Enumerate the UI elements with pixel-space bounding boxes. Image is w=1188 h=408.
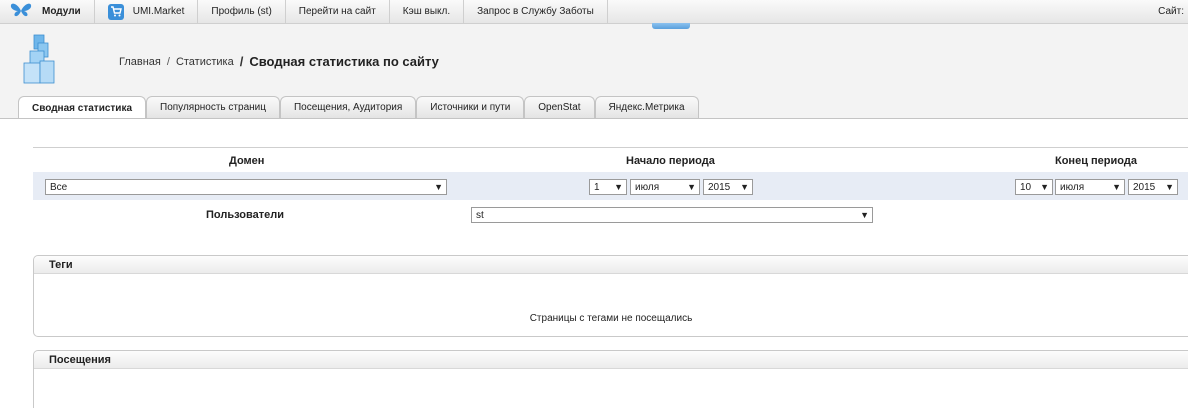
period-start-header: Начало периода <box>626 155 715 167</box>
dropdown-arrow-icon: ▼ <box>434 182 443 192</box>
tab-bar: Сводная статистика Популярность страниц … <box>18 96 699 119</box>
tags-empty-message: Страницы с тегами не посещались <box>529 313 693 324</box>
panel-toggle-handle[interactable] <box>652 23 690 29</box>
site-label: Сайт: <box>1158 6 1184 17</box>
profile-link[interactable]: Профиль (st) <box>198 0 286 23</box>
tags-panel: Теги Страницы с тегами не посещались <box>33 255 1188 337</box>
end-year-value: 2015 <box>1133 181 1156 193</box>
users-label: Пользователи <box>206 209 285 221</box>
dropdown-arrow-icon: ▼ <box>687 182 696 192</box>
start-year-value: 2015 <box>708 181 731 193</box>
domain-select[interactable]: Все ▼ <box>45 179 447 195</box>
users-select[interactable]: st ▼ <box>471 207 873 223</box>
period-end-header: Конец периода <box>1055 155 1137 167</box>
support-request-link[interactable]: Запрос в Службу Заботы <box>464 0 608 23</box>
tab-yandex-metrika[interactable]: Яндекс.Метрика <box>594 96 699 118</box>
dropdown-arrow-icon: ▼ <box>860 210 869 220</box>
start-year-select[interactable]: 2015 ▼ <box>703 179 753 195</box>
goto-site-link[interactable]: Перейти на сайт <box>286 0 390 23</box>
profile-label: Профиль (st) <box>211 6 272 17</box>
divider <box>33 147 1188 148</box>
end-month-value: июля <box>1060 181 1085 193</box>
top-toolbar: Модули UMI.Market Профиль (st) Перейти н… <box>0 0 1188 24</box>
domain-select-value: Все <box>50 181 68 193</box>
end-year-select[interactable]: 2015 ▼ <box>1128 179 1178 195</box>
domain-header: Домен <box>229 155 265 167</box>
cart-icon <box>107 3 124 20</box>
goto-site-label: Перейти на сайт <box>298 6 376 17</box>
tab-page-popularity[interactable]: Популярность страниц <box>146 96 280 118</box>
umi-market-link[interactable]: UMI.Market <box>95 0 199 23</box>
breadcrumb: Главная / Статистика / Сводная статистик… <box>119 54 439 69</box>
breadcrumb-separator: / <box>239 54 244 69</box>
butterfly-icon <box>10 2 32 21</box>
tab-sources-paths[interactable]: Источники и пути <box>416 96 525 118</box>
end-day-select[interactable]: 10 ▼ <box>1015 179 1053 195</box>
dropdown-arrow-icon: ▼ <box>740 182 749 192</box>
umi-market-label: UMI.Market <box>132 6 185 17</box>
tab-content: Домен Начало периода Конец периода Все ▼… <box>0 118 1188 408</box>
start-month-select[interactable]: июля ▼ <box>630 179 700 195</box>
breadcrumb-home[interactable]: Главная <box>119 56 161 68</box>
dropdown-arrow-icon: ▼ <box>1165 182 1174 192</box>
breadcrumb-separator: / <box>166 55 170 68</box>
visits-panel: Посещения <box>33 350 1188 408</box>
users-select-value: st <box>476 209 484 221</box>
start-day-value: 1 <box>594 181 600 193</box>
start-day-select[interactable]: 1 ▼ <box>589 179 627 195</box>
breadcrumb-statistics[interactable]: Статистика <box>176 56 234 68</box>
tab-openstat[interactable]: OpenStat <box>524 96 595 118</box>
dropdown-arrow-icon: ▼ <box>614 182 623 192</box>
dropdown-arrow-icon: ▼ <box>1112 182 1121 192</box>
tab-summary[interactable]: Сводная статистика <box>18 96 147 119</box>
modules-label: Модули <box>42 6 81 17</box>
end-month-select[interactable]: июля ▼ <box>1055 179 1125 195</box>
support-label: Запрос в Службу Заботы <box>477 6 594 17</box>
end-day-value: 10 <box>1020 181 1032 193</box>
site-selector[interactable]: Сайт: <box>1158 0 1188 23</box>
dropdown-arrow-icon: ▼ <box>1040 182 1049 192</box>
visits-panel-title: Посещения <box>34 351 1188 369</box>
tab-visits-audience[interactable]: Посещения, Аудитория <box>279 96 417 118</box>
statistics-module-icon <box>20 33 60 89</box>
tags-panel-title: Теги <box>34 256 1188 274</box>
start-month-value: июля <box>635 181 660 193</box>
page-title: Сводная статистика по сайту <box>249 54 439 69</box>
modules-menu[interactable]: Модули <box>0 0 95 23</box>
cache-toggle[interactable]: Кэш выкл. <box>390 0 465 23</box>
cache-label: Кэш выкл. <box>402 6 451 17</box>
